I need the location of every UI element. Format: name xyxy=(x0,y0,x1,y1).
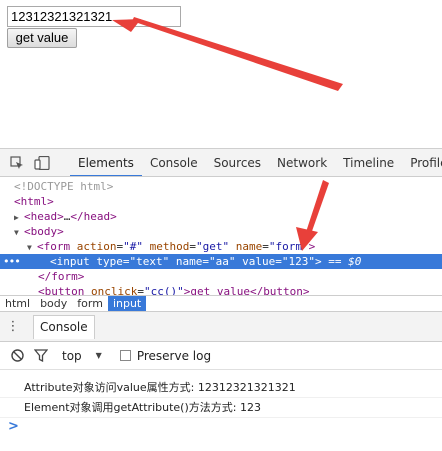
text-input-aa[interactable] xyxy=(7,6,181,27)
attr-name: name xyxy=(175,255,203,268)
breadcrumb: html body form input xyxy=(0,295,442,312)
attr-name: value xyxy=(242,255,276,268)
attr-value: "form" xyxy=(268,240,309,253)
tree-row-button[interactable]: <button onclick="cc()">get value</button… xyxy=(0,284,442,295)
doctype-text: <!DOCTYPE html> xyxy=(14,180,114,193)
form-gt: > xyxy=(308,240,316,253)
tab-network[interactable]: Network xyxy=(269,149,335,176)
context-selector[interactable]: top xyxy=(62,349,82,363)
tab-sources[interactable]: Sources xyxy=(206,149,269,176)
inspect-element-icon[interactable] xyxy=(10,155,24,171)
attr-value: "text" xyxy=(129,255,170,268)
attr-value: "get" xyxy=(196,240,230,253)
attr-value: "#" xyxy=(123,240,143,253)
attr-name: method xyxy=(149,240,190,253)
breadcrumb-html[interactable]: html xyxy=(0,296,35,311)
console-log-line: Attribute对象访问value属性方式: 12312321321321 xyxy=(0,378,442,398)
selected-node-indicator: == $0 xyxy=(328,255,362,268)
attr-name: action xyxy=(76,240,117,253)
elements-tree: <!DOCTYPE html> <html> ▶ <head>…</head> ▼… xyxy=(0,177,442,295)
preserve-log-label: Preserve log xyxy=(136,348,212,363)
tab-console[interactable]: Console xyxy=(142,149,206,176)
collapse-triangle-icon[interactable]: ▼ xyxy=(27,240,37,255)
form-open-tag: <form xyxy=(37,240,71,253)
clear-console-icon[interactable] xyxy=(10,349,24,363)
tree-row-html[interactable]: <html> xyxy=(0,194,442,209)
attr-value: "123" xyxy=(281,255,315,268)
tree-row-body[interactable]: ▼ <body> xyxy=(0,224,442,239)
attr-name: name xyxy=(235,240,263,253)
console-toolbar: top ▼ Preserve log xyxy=(0,342,442,370)
tab-timeline[interactable]: Timeline xyxy=(335,149,402,176)
tree-row-form[interactable]: ▼ <form action="#" method="get" name="for… xyxy=(0,239,442,254)
tree-row-form-close[interactable]: </form> xyxy=(0,269,442,284)
html-tag: <html> xyxy=(14,195,54,208)
expand-triangle-icon[interactable]: ▶ xyxy=(14,210,24,225)
attr-value: "cc()" xyxy=(143,285,184,295)
annotation-arrow xyxy=(112,17,343,91)
device-mode-icon[interactable] xyxy=(34,155,50,171)
attr-value: "aa" xyxy=(209,255,236,268)
attr-name: type xyxy=(96,255,123,268)
head-tag: <head> xyxy=(24,210,64,223)
devtools-toolbar: Elements Console Sources Network Timelin… xyxy=(0,149,442,177)
drawer-tab-console[interactable]: Console xyxy=(33,314,95,339)
more-options-icon[interactable]: ••• xyxy=(3,254,21,269)
button-text: >get value</button> xyxy=(183,285,310,295)
console-output: Attribute对象访问value属性方式: 12312321321321 E… xyxy=(0,378,442,436)
drawer-tabbar: ⋮ Console xyxy=(0,312,442,342)
console-prompt[interactable]: > xyxy=(0,418,442,436)
tab-profiles[interactable]: Profiles xyxy=(402,149,442,176)
tab-elements[interactable]: Elements xyxy=(70,149,142,176)
console-log-line: Element对象调用getAttribute()方法方式: 123 xyxy=(0,398,442,418)
breadcrumb-body[interactable]: body xyxy=(35,296,72,311)
breadcrumb-input[interactable]: input xyxy=(107,296,147,311)
button-open-tag: <button xyxy=(38,285,85,295)
drawer-menu-icon[interactable]: ⋮ xyxy=(3,319,23,334)
head-close-tag: </head> xyxy=(70,210,117,223)
body-tag: <body> xyxy=(24,225,64,238)
chevron-down-icon[interactable]: ▼ xyxy=(96,351,102,360)
tree-row-doctype[interactable]: <!DOCTYPE html> xyxy=(0,179,442,194)
tree-row-head[interactable]: ▶ <head>…</head> xyxy=(0,209,442,224)
breadcrumb-form[interactable]: form xyxy=(72,296,108,311)
attr-name: onclick xyxy=(90,285,138,295)
collapse-triangle-icon[interactable]: ▼ xyxy=(14,225,24,240)
tree-row-input-selected[interactable]: ••• <input type="text" name="aa" value="… xyxy=(0,254,442,269)
input-gt: > xyxy=(315,255,322,268)
input-open-tag: <input xyxy=(50,255,90,268)
devtools-panel: Elements Console Sources Network Timelin… xyxy=(0,148,442,451)
form-close-tag: </form> xyxy=(38,270,85,283)
get-value-button[interactable]: get value xyxy=(7,28,77,48)
filter-icon[interactable] xyxy=(34,349,48,363)
preserve-log-checkbox[interactable] xyxy=(119,350,131,361)
